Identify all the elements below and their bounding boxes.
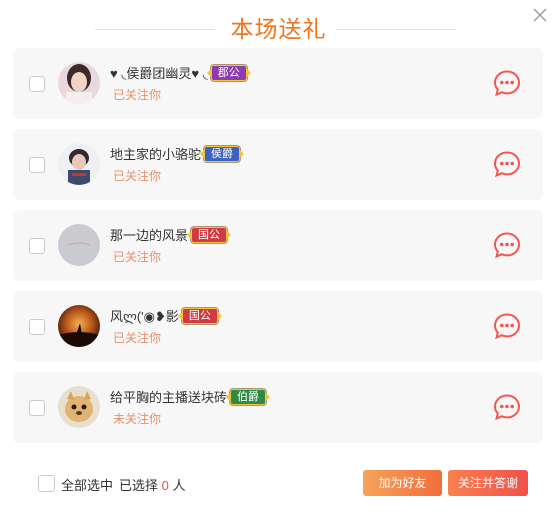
- user-name-line: ♥ ◟侯爵团幽灵♥ ◟ 郡公: [110, 63, 251, 82]
- user-name[interactable]: 给平胸的主播送块砖: [110, 387, 227, 406]
- follow-status: 已关注你: [113, 169, 162, 183]
- rank-badge: 郡公: [206, 64, 251, 81]
- avatar: [58, 224, 100, 266]
- row-checkbox[interactable]: [29, 319, 45, 335]
- list-item: 地主家的小骆驼 侯爵 已关注你: [13, 129, 543, 200]
- user-name[interactable]: 那一边的风景: [110, 225, 188, 244]
- list-item: 那一边的风景 国公 已关注你: [13, 210, 543, 281]
- list-item: 给平胸的主播送块砖 伯爵 未关注你: [13, 372, 543, 443]
- list-item: 风ლ('◉❥影 国公 已关注你: [13, 291, 543, 362]
- selected-count-text: 已选择 0 人: [119, 475, 186, 494]
- rank-badge: 侯爵: [200, 145, 245, 162]
- dialog-footer: 全部选中 已选择 0 人 加为好友 关注并答谢: [0, 465, 557, 501]
- selected-count: 0: [161, 478, 169, 493]
- user-name-line: 风ლ('◉❥影 国公: [110, 306, 222, 325]
- user-name-line: 给平胸的主播送块砖 伯爵: [110, 387, 271, 406]
- user-name[interactable]: 地主家的小骆驼: [110, 144, 201, 163]
- follow-and-thank-button[interactable]: 关注并答谢: [448, 470, 528, 496]
- dialog-title: 本场送礼: [230, 16, 327, 42]
- close-icon[interactable]: [531, 6, 549, 24]
- rank-badge: 伯爵: [226, 388, 271, 405]
- chat-icon[interactable]: [493, 312, 521, 340]
- user-name[interactable]: 风ლ('◉❥影: [110, 306, 179, 325]
- chat-icon[interactable]: [493, 231, 521, 259]
- row-checkbox[interactable]: [29, 157, 45, 173]
- user-name-line: 地主家的小骆驼 侯爵: [110, 144, 245, 163]
- select-all-checkbox[interactable]: [38, 475, 55, 492]
- rank-badge: 国公: [187, 226, 232, 243]
- add-friend-button[interactable]: 加为好友: [363, 470, 442, 496]
- avatar: [58, 305, 100, 347]
- selected-prefix: 已选择: [119, 478, 159, 493]
- chat-icon[interactable]: [493, 69, 521, 97]
- row-checkbox[interactable]: [29, 238, 45, 254]
- select-all-label[interactable]: 全部选中: [61, 475, 113, 494]
- row-checkbox[interactable]: [29, 76, 45, 92]
- title-divider-right: [336, 29, 456, 30]
- row-checkbox[interactable]: [29, 400, 45, 416]
- gifter-list: ♥ ◟侯爵团幽灵♥ ◟ 郡公 已关注你 地主家的小骆驼 侯爵 已关注你 那一边的…: [13, 48, 543, 453]
- chat-icon[interactable]: [493, 393, 521, 421]
- user-name-line: 那一边的风景 国公: [110, 225, 232, 244]
- follow-status: 已关注你: [113, 88, 162, 102]
- list-item: ♥ ◟侯爵团幽灵♥ ◟ 郡公 已关注你: [13, 48, 543, 119]
- rank-badge: 国公: [177, 307, 222, 324]
- follow-status: 未关注你: [113, 412, 162, 426]
- avatar: [58, 386, 100, 428]
- dialog-header: 本场送礼: [0, 12, 557, 46]
- avatar: [58, 143, 100, 185]
- selected-suffix: 人: [172, 478, 186, 493]
- follow-status: 已关注你: [113, 331, 162, 345]
- follow-status: 已关注你: [113, 250, 162, 264]
- chat-icon[interactable]: [493, 150, 521, 178]
- user-name[interactable]: ♥ ◟侯爵团幽灵♥ ◟: [110, 63, 208, 82]
- avatar: [58, 62, 100, 104]
